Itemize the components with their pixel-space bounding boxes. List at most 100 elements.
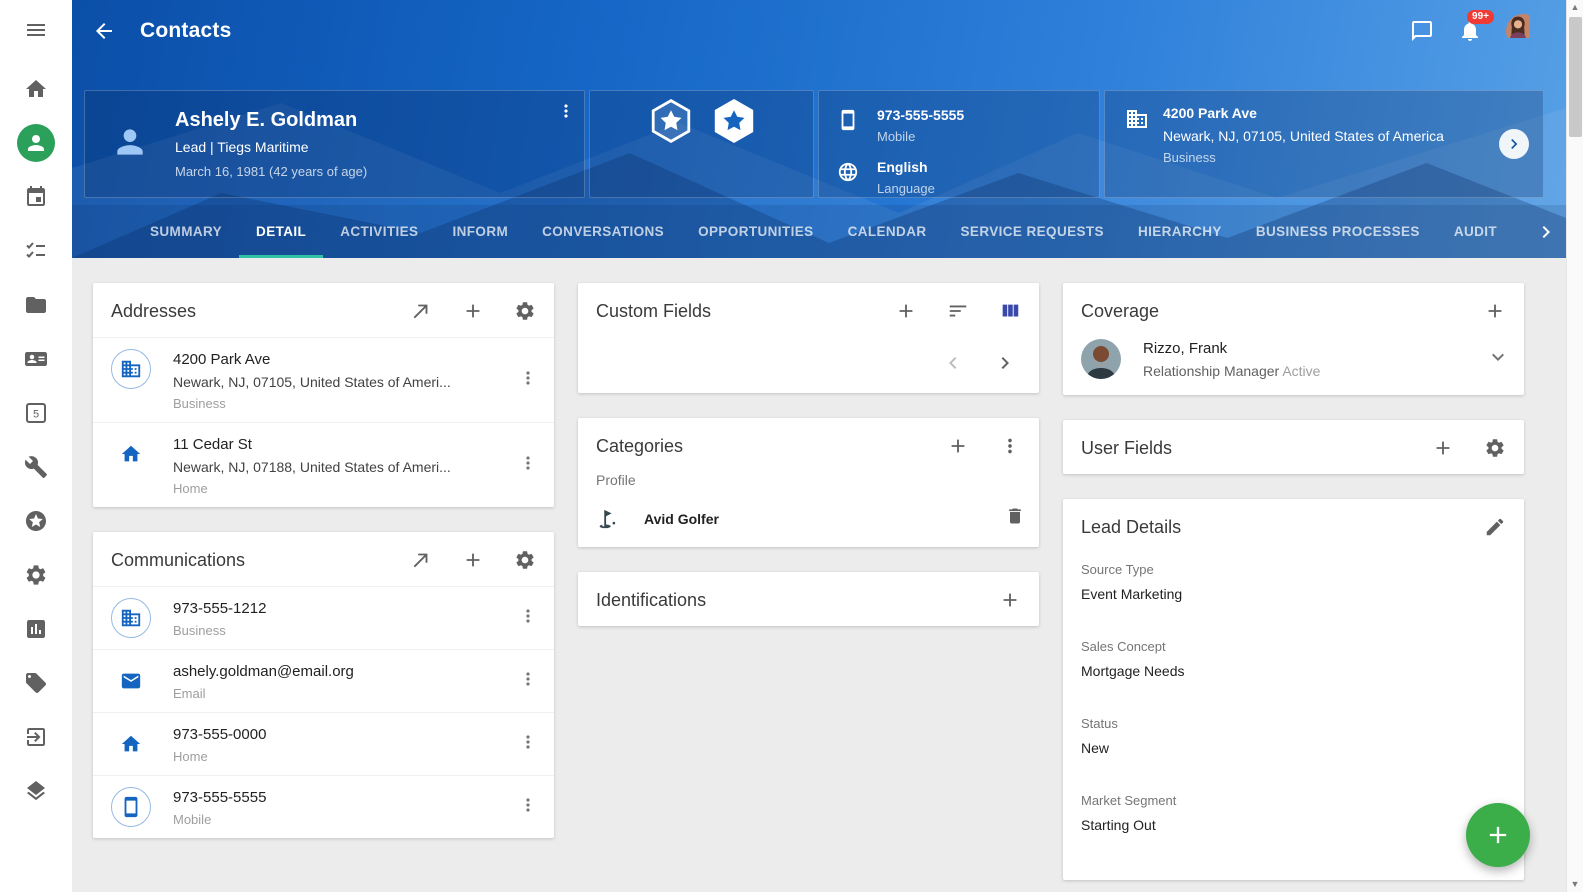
add-identification-icon[interactable]: [999, 589, 1021, 611]
delete-category-icon[interactable]: [1005, 506, 1025, 531]
business-address-icon: [111, 349, 151, 389]
communication-row[interactable]: ashely.goldman@email.org Email: [93, 649, 554, 712]
coverage-card: Coverage: [1063, 283, 1524, 395]
add-custom-field-icon[interactable]: [895, 300, 917, 322]
addresses-card: Addresses 4200 Park Ave Newark, NJ, 0710…: [93, 283, 554, 507]
user-fields-card: User Fields: [1063, 420, 1524, 474]
sidebar-item-analytics[interactable]: [0, 602, 72, 656]
category-row[interactable]: Avid Golfer: [578, 498, 1039, 547]
sidebar-item-sign-in[interactable]: [0, 710, 72, 764]
identifications-card: Identifications: [578, 572, 1039, 626]
phone-label: Mobile: [877, 129, 964, 144]
sidebar-item-contacts-active[interactable]: [0, 116, 72, 170]
category-group-label: Profile: [578, 472, 1039, 498]
sidebar-item-home[interactable]: [0, 62, 72, 116]
communication-row[interactable]: 973-555-1212 Business: [93, 586, 554, 649]
scroll-down-icon[interactable]: ▼: [1571, 880, 1580, 889]
tab-calendar[interactable]: CALENDAR: [831, 205, 944, 258]
communication-more-options-icon[interactable]: [512, 726, 544, 763]
sidebar-item-tools[interactable]: [0, 440, 72, 494]
communication-more-options-icon[interactable]: [512, 663, 544, 700]
field-value: New: [1081, 740, 1506, 756]
star-hexagon-badge-2[interactable]: [710, 97, 758, 145]
scroll-up-icon[interactable]: ▲: [1571, 3, 1580, 12]
columns-view-icon[interactable]: [999, 300, 1021, 322]
hamburger-menu-icon[interactable]: [24, 17, 48, 43]
language-value: English: [877, 159, 935, 175]
contact-person-icon: [111, 123, 149, 166]
sidebar-item-favorites[interactable]: [0, 494, 72, 548]
address-more-options-icon[interactable]: [512, 447, 544, 484]
add-address-icon[interactable]: [462, 300, 484, 322]
page-previous-icon[interactable]: [941, 351, 965, 375]
field-label: Source Type: [1081, 562, 1506, 577]
sidebar-item-contact-cards[interactable]: [0, 332, 72, 386]
plus-icon: [1484, 821, 1512, 849]
tab-business-processes[interactable]: BUSINESS PROCESSES: [1239, 205, 1437, 258]
tab-activities[interactable]: ACTIVITIES: [323, 205, 435, 258]
coverage-row[interactable]: Rizzo, Frank Relationship Manager Active: [1063, 337, 1524, 395]
chat-icon[interactable]: [1410, 19, 1434, 43]
banner-next-button[interactable]: [1499, 129, 1529, 159]
communication-value: 973-555-5555: [173, 789, 512, 806]
add-communication-icon[interactable]: [462, 549, 484, 571]
add-record-fab[interactable]: [1466, 803, 1530, 867]
record-tabs: SUMMARY DETAIL ACTIVITIES INFORM CONVERS…: [72, 205, 1566, 258]
contact-more-options-icon[interactable]: [556, 101, 576, 126]
language-row[interactable]: English Language: [837, 159, 1099, 196]
categories-card: Categories Profile Avid Golfer: [578, 418, 1039, 547]
tab-audit[interactable]: AUDIT: [1437, 205, 1514, 258]
primary-phone-row[interactable]: 973-555-5555 Mobile: [837, 107, 1099, 144]
communication-row[interactable]: 973-555-5555 Mobile: [93, 775, 554, 838]
address-street: 4200 Park Ave: [173, 351, 512, 368]
tab-summary[interactable]: SUMMARY: [133, 205, 239, 258]
scrollbar-thumb[interactable]: [1569, 17, 1582, 137]
communication-more-options-icon[interactable]: [512, 789, 544, 826]
sort-icon[interactable]: [947, 300, 969, 322]
open-in-new-icon[interactable]: [410, 549, 432, 571]
add-coverage-icon[interactable]: [1484, 300, 1506, 322]
coverage-expand-icon[interactable]: [1486, 345, 1510, 374]
tab-conversations[interactable]: CONVERSATIONS: [525, 205, 681, 258]
sidebar-item-tags[interactable]: [0, 656, 72, 710]
tab-service-requests[interactable]: SERVICE REQUESTS: [944, 205, 1121, 258]
communications-card: Communications 973-555-1212 Business: [93, 532, 554, 838]
star-hexagon-badge-1[interactable]: [647, 97, 695, 145]
back-arrow-icon[interactable]: [92, 19, 116, 43]
add-category-icon[interactable]: [947, 435, 969, 457]
notifications-bell-icon[interactable]: 99+: [1458, 19, 1482, 43]
tab-detail[interactable]: DETAIL: [239, 205, 323, 258]
field-label: Sales Concept: [1081, 639, 1506, 654]
sidebar-item-layers[interactable]: [0, 764, 72, 818]
page-next-icon[interactable]: [993, 351, 1017, 375]
open-in-new-icon[interactable]: [410, 300, 432, 322]
communication-row[interactable]: 973-555-0000 Home: [93, 712, 554, 775]
tab-hierarchy[interactable]: HIERARCHY: [1121, 205, 1239, 258]
tabs-scroll-right-icon[interactable]: [1534, 205, 1558, 258]
sidebar-item-settings[interactable]: [0, 548, 72, 602]
categories-more-options-icon[interactable]: [999, 435, 1021, 457]
sidebar-item-files[interactable]: [0, 278, 72, 332]
coverage-role: Relationship Manager: [1143, 363, 1279, 379]
user-fields-settings-icon[interactable]: [1484, 437, 1506, 459]
user-avatar[interactable]: [1506, 14, 1540, 48]
address-label: Business: [1163, 150, 1444, 165]
communication-more-options-icon[interactable]: [512, 600, 544, 637]
sidebar-item-filter-5[interactable]: [0, 386, 72, 440]
edit-lead-details-icon[interactable]: [1484, 516, 1506, 538]
add-user-field-icon[interactable]: [1432, 437, 1454, 459]
sidebar-item-tasks[interactable]: [0, 224, 72, 278]
field-label: Market Segment: [1081, 793, 1506, 808]
address-more-options-icon[interactable]: [512, 362, 544, 399]
contact-badges-card: [589, 90, 814, 198]
address-row[interactable]: 11 Cedar St Newark, NJ, 07188, United St…: [93, 422, 554, 507]
tab-opportunities[interactable]: OPPORTUNITIES: [681, 205, 830, 258]
address-row[interactable]: 4200 Park Ave Newark, NJ, 07105, United …: [93, 337, 554, 422]
communications-settings-icon[interactable]: [514, 549, 536, 571]
field-value: Event Marketing: [1081, 586, 1506, 602]
communication-label: Business: [173, 623, 512, 638]
addresses-settings-icon[interactable]: [514, 300, 536, 322]
tab-inform[interactable]: INFORM: [435, 205, 525, 258]
vertical-scrollbar[interactable]: ▲ ▼: [1566, 0, 1583, 892]
sidebar-item-calendar[interactable]: [0, 170, 72, 224]
